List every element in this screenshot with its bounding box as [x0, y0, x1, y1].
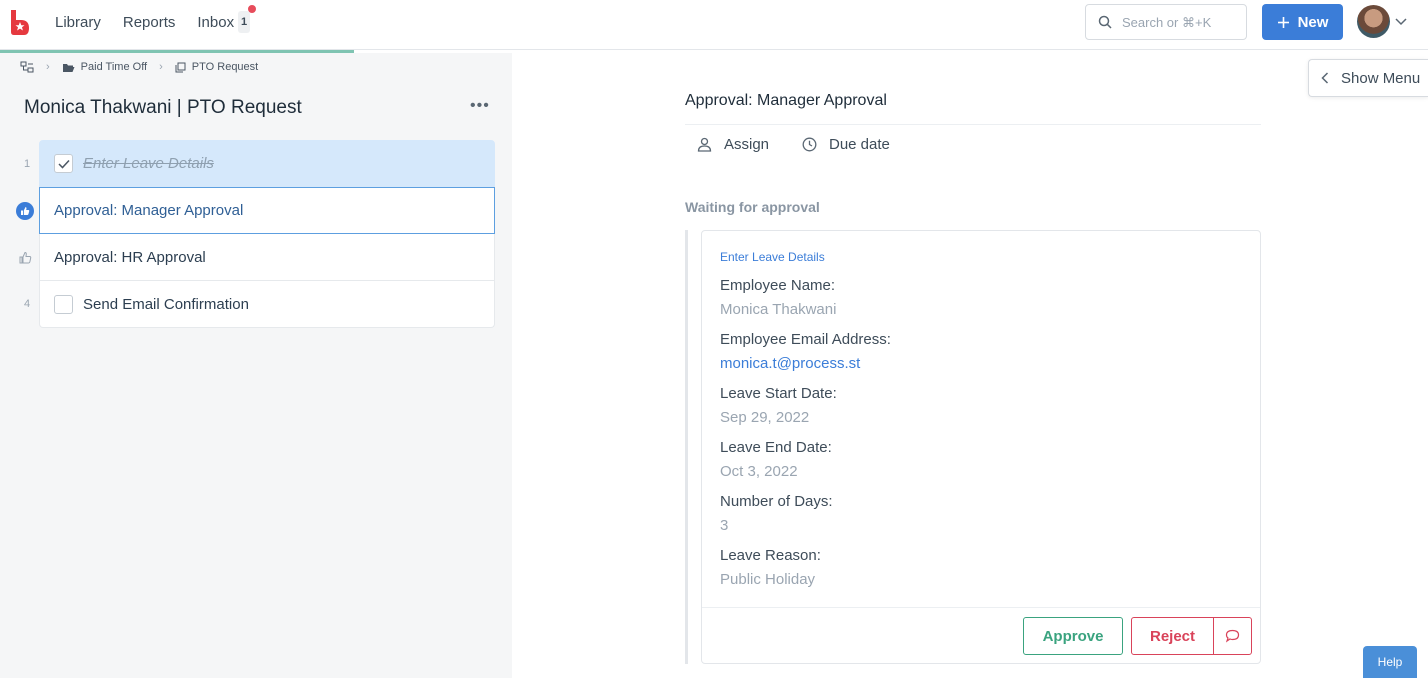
task-checkbox[interactable]: [54, 294, 73, 314]
nav-library[interactable]: Library: [55, 14, 101, 31]
nav-inbox[interactable]: Inbox 1: [197, 5, 257, 33]
field-value: 3: [720, 517, 729, 534]
reject-button[interactable]: Reject: [1131, 617, 1214, 655]
comment-button[interactable]: [1213, 617, 1252, 655]
folder-open-icon: [62, 63, 75, 72]
user-icon: [697, 137, 712, 152]
search-input[interactable]: [1122, 14, 1232, 30]
task-label: Approval: HR Approval: [54, 248, 206, 266]
thumbs-up-icon: [16, 248, 34, 266]
copy-icon: [175, 62, 186, 72]
field-label: Employee Email Address:: [720, 331, 891, 348]
breadcrumb-folder-label: Paid Time Off: [80, 61, 148, 73]
approve-button[interactable]: Approve: [1023, 617, 1123, 655]
field-value: Public Holiday: [720, 571, 816, 588]
chevron-left-icon: [1321, 72, 1329, 84]
show-menu-label: Show Menu: [1341, 69, 1421, 87]
clock-icon: [802, 137, 817, 152]
more-options-icon[interactable]: •••: [470, 97, 490, 115]
comment-icon: [1225, 629, 1240, 643]
task-label: Enter Leave Details: [83, 155, 214, 172]
field-employee-name: Employee Name: Monica Thakwani: [720, 277, 836, 318]
assign-label: Assign: [724, 136, 770, 153]
task-number: 4: [23, 298, 31, 310]
field-employee-email: Employee Email Address: monica.t@process…: [720, 331, 891, 372]
field-leave-start-date: Leave Start Date: Sep 29, 2022: [720, 385, 837, 426]
field-leave-end-date: Leave End Date: Oct 3, 2022: [720, 439, 832, 480]
breadcrumb-template-label: PTO Request: [191, 61, 259, 73]
field-label: Leave Start Date:: [720, 385, 837, 402]
divider: [685, 124, 1261, 125]
subtask-link[interactable]: Enter Leave Details: [720, 250, 825, 264]
assign-button[interactable]: Assign: [697, 136, 769, 153]
show-menu-button[interactable]: Show Menu: [1308, 59, 1428, 97]
checklist-title[interactable]: Monica Thakwani | PTO Request: [24, 97, 302, 119]
notification-dot-icon: [248, 5, 257, 13]
task-detail-title: Approval: Manager Approval: [685, 92, 887, 109]
task-number: 1: [23, 157, 31, 170]
task-label: Send Email Confirmation: [83, 295, 249, 313]
nav-reports[interactable]: Reports: [123, 14, 176, 31]
plus-icon: [1277, 16, 1289, 28]
process-street-logo-icon[interactable]: [8, 8, 30, 36]
field-label: Number of Days:: [720, 493, 833, 510]
task-list: 1 Enter Leave Details Approval: Manager …: [16, 140, 495, 328]
main-nav: Library Reports Inbox 1: [55, 0, 257, 44]
approval-status-text: Waiting for approval: [685, 199, 820, 215]
field-label: Leave End Date:: [720, 439, 832, 456]
checklist-pane: › Paid Time Off › PTO Request Monica Tha…: [0, 53, 512, 678]
help-button[interactable]: Help: [1363, 646, 1417, 678]
field-value: Oct 3, 2022: [720, 463, 798, 480]
breadcrumb: › Paid Time Off › PTO Request: [20, 61, 258, 73]
breadcrumb-template[interactable]: PTO Request: [175, 61, 258, 73]
new-button[interactable]: New: [1262, 4, 1343, 40]
top-bar: Library Reports Inbox 1 New: [0, 0, 1428, 50]
breadcrumb-folder[interactable]: Paid Time Off: [62, 61, 147, 73]
approval-active-icon: [16, 201, 34, 220]
breadcrumb-separator-icon: ›: [46, 61, 50, 73]
due-date-label: Due date: [829, 136, 890, 153]
checkmark-icon: [57, 159, 70, 169]
new-button-label: New: [1297, 13, 1329, 31]
nav-inbox-label: Inbox: [197, 13, 235, 31]
inbox-count-badge: 1: [238, 11, 251, 33]
due-date-button[interactable]: Due date: [802, 136, 890, 153]
field-value: Monica Thakwani: [720, 301, 837, 318]
approval-card: Enter Leave Details Employee Name: Monic…: [701, 230, 1261, 664]
card-footer-divider: [702, 607, 1260, 608]
hierarchy-icon[interactable]: [20, 61, 34, 73]
field-label: Leave Reason:: [720, 547, 821, 564]
user-avatar[interactable]: [1357, 5, 1390, 38]
search-icon: [1098, 15, 1112, 29]
task-checkbox[interactable]: [54, 154, 73, 173]
task-item-hr-approval[interactable]: Approval: HR Approval: [19, 234, 495, 281]
search-box[interactable]: [1085, 4, 1247, 40]
task-item-manager-approval[interactable]: Approval: Manager Approval: [16, 187, 495, 234]
field-number-of-days: Number of Days: 3: [720, 493, 833, 534]
breadcrumb-separator-icon: ›: [159, 61, 163, 73]
chevron-down-icon[interactable]: [1394, 14, 1408, 28]
email-link[interactable]: monica.t@process.st: [720, 355, 891, 372]
field-label: Employee Name:: [720, 277, 836, 294]
task-item-send-email-confirmation[interactable]: 4 Send Email Confirmation: [24, 281, 495, 328]
field-value: Sep 29, 2022: [720, 409, 810, 426]
card-accent-bar: [685, 230, 688, 664]
task-item-enter-leave-details[interactable]: 1 Enter Leave Details: [24, 140, 495, 187]
field-leave-reason: Leave Reason: Public Holiday: [720, 547, 821, 588]
task-label: Approval: Manager Approval: [54, 202, 244, 219]
